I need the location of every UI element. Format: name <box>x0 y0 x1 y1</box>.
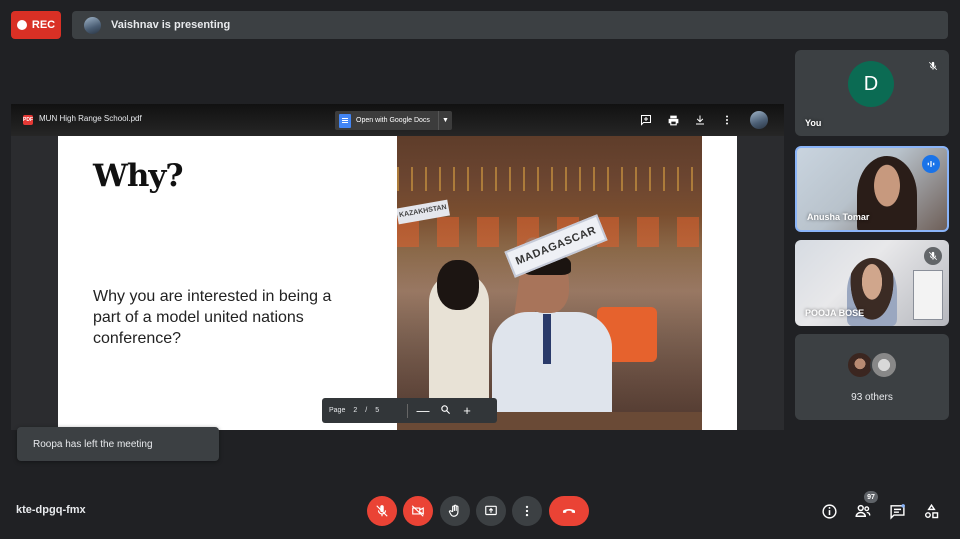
presentation-stage: PDF MUN High Range School.pdf Open with … <box>11 104 784 430</box>
page-separator: / <box>365 407 368 414</box>
activities-icon[interactable] <box>921 501 941 521</box>
viewer-avatar <box>750 111 768 129</box>
others-count-label: 93 others <box>851 392 893 403</box>
meeting-code: kte-dpgq-fmx <box>16 504 86 516</box>
photo-delegate-hair <box>437 260 479 310</box>
pdf-file-icon: PDF <box>23 115 33 125</box>
mic-off-icon <box>924 57 942 75</box>
avatar: D <box>848 61 894 107</box>
chevron-down-icon[interactable]: ▼ <box>438 111 452 130</box>
page-total: 5 <box>375 407 380 414</box>
page-navigation-bar: Page 2 / 5 — + <box>322 398 497 423</box>
zoom-in-button[interactable]: + <box>456 403 478 418</box>
chat-icon[interactable] <box>887 501 907 521</box>
meeting-details-icon[interactable] <box>819 501 839 521</box>
recording-label: REC <box>31 19 56 31</box>
pdf-slide-page: Why? Why you are interested in being a p… <box>58 136 737 430</box>
zoom-icon[interactable] <box>434 403 456 418</box>
presenting-text: Vaishnav is presenting <box>111 19 231 31</box>
pdf-viewer-toolbar: PDF MUN High Range School.pdf Open with … <box>11 104 784 136</box>
mic-off-icon <box>924 247 942 265</box>
people-icon[interactable] <box>853 501 873 521</box>
more-options-button[interactable] <box>512 496 542 526</box>
mic-toggle-button[interactable] <box>367 496 397 526</box>
slide-question: Why you are interested in being a part o… <box>93 288 332 347</box>
photo-railing <box>397 167 702 191</box>
presenting-banner: Vaishnav is presenting <box>72 11 948 39</box>
participant-tile-anusha[interactable]: Anusha Tomar <box>795 146 949 232</box>
zoom-out-button[interactable]: — <box>412 403 434 418</box>
slide-heading: Why? <box>93 158 184 194</box>
presenter-avatar <box>84 16 101 34</box>
recording-indicator: REC <box>11 11 61 39</box>
print-icon[interactable] <box>666 113 680 127</box>
present-screen-icon <box>484 504 498 518</box>
photo-delegate-tie <box>543 314 551 364</box>
notification-toast: Roopa has left the meeting <box>17 427 219 461</box>
slide-photo: MADAGASCAR KAZAKHSTAN <box>397 136 702 430</box>
google-docs-icon <box>339 113 351 128</box>
record-dot-icon <box>16 20 27 30</box>
more-vert-icon <box>520 504 534 518</box>
page-current[interactable]: 2 <box>353 407 357 414</box>
more-vert-icon[interactable] <box>720 113 734 127</box>
download-icon[interactable] <box>693 113 707 127</box>
hand-icon <box>448 504 462 518</box>
open-with-label: Open with Google Docs <box>356 117 430 124</box>
call-end-icon <box>561 503 577 519</box>
speaking-indicator-icon <box>922 155 940 173</box>
participant-name: Anusha Tomar <box>807 212 870 222</box>
avatar <box>870 351 898 379</box>
participant-name: You <box>805 118 822 128</box>
page-label: Page <box>329 407 346 414</box>
participant-tile-pooja[interactable]: POOJA BOSE <box>795 240 949 326</box>
people-count-badge: 97 <box>864 491 878 503</box>
add-comment-icon[interactable] <box>639 113 653 127</box>
pdf-file-name: MUN High Range School.pdf <box>39 114 142 123</box>
participant-background <box>913 270 943 320</box>
leave-call-button[interactable] <box>549 496 589 526</box>
mic-off-icon <box>375 504 389 518</box>
participant-name: POOJA BOSE <box>805 308 865 318</box>
camera-toggle-button[interactable] <box>403 496 433 526</box>
present-now-button[interactable] <box>476 496 506 526</box>
raise-hand-button[interactable] <box>440 496 470 526</box>
pagebar-divider <box>407 403 408 418</box>
participant-tile-you[interactable]: D You <box>795 50 949 136</box>
videocam-off-icon <box>411 504 425 518</box>
participant-tile-others[interactable]: 93 others <box>795 334 949 420</box>
open-with-google-docs-button[interactable]: Open with Google Docs ▼ <box>335 111 452 130</box>
